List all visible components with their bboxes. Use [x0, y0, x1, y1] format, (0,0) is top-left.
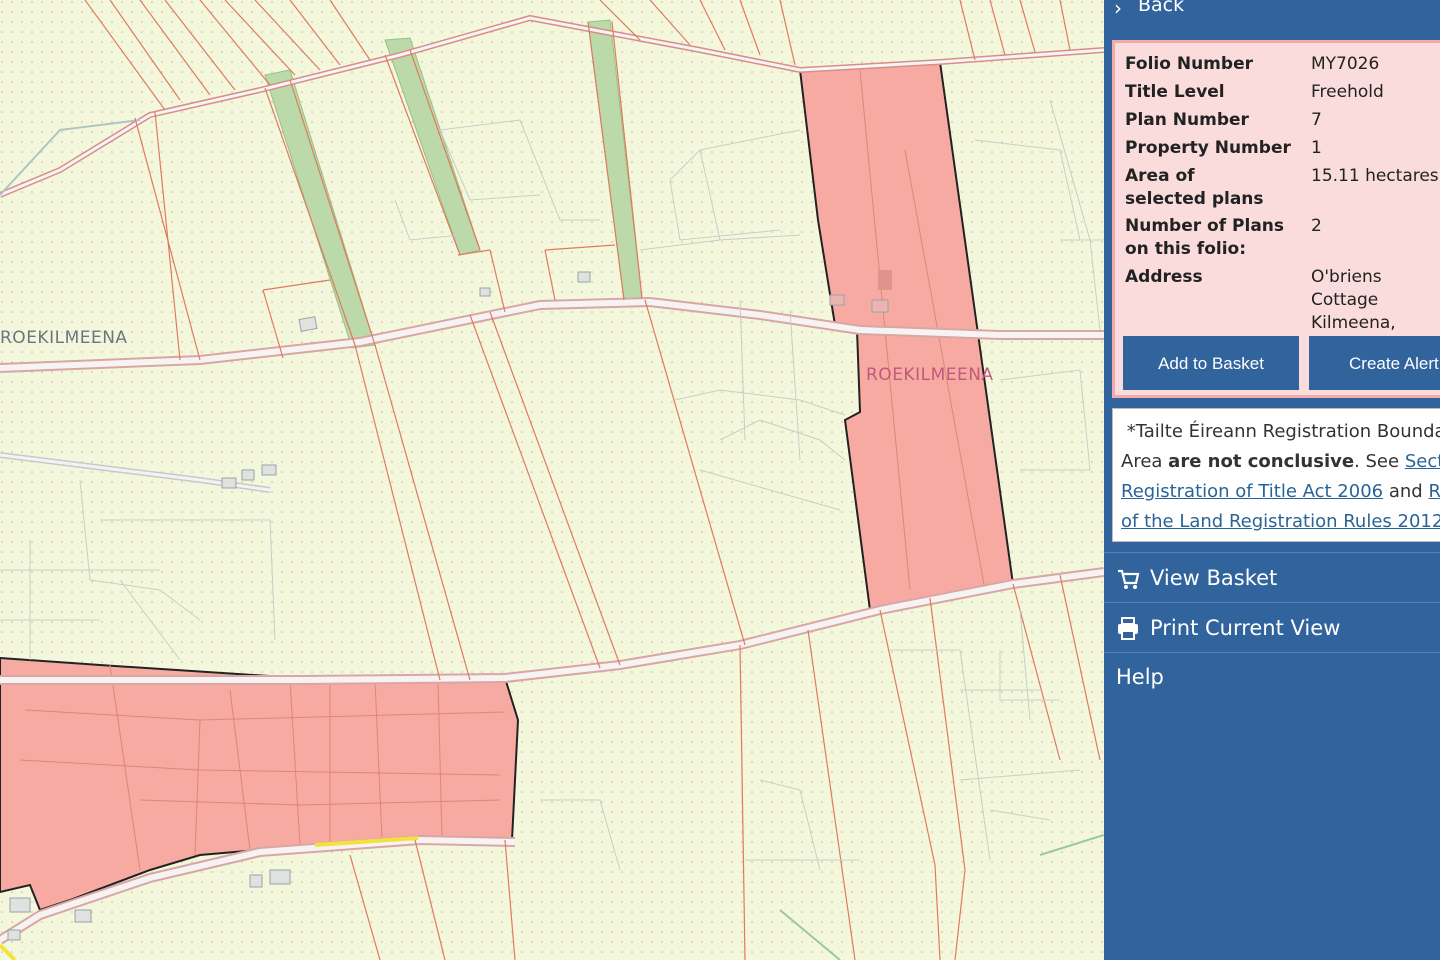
- folio-info-box: Folio Number MY7026 Title Level Freehold…: [1112, 40, 1440, 398]
- folio-value: MY7026: [1311, 54, 1380, 74]
- folio-value: 7: [1311, 110, 1322, 130]
- side-panel: › Back Folio Number MY7026 Title Level F…: [1104, 0, 1440, 960]
- help-label: Help: [1116, 665, 1164, 689]
- disclaimer-text: *Tailte Éireann Registration Boundaries: [1126, 421, 1440, 442]
- disclaimer-box: *Tailte Éireann Registration Boundaries …: [1112, 408, 1440, 542]
- create-alert-button[interactable]: Create Alert: [1309, 336, 1440, 390]
- disclaimer-line-1: *Tailte Éireann Registration Boundaries: [1121, 417, 1440, 447]
- disclaimer-line-4: of the Land Registration Rules 2012: [1121, 507, 1440, 537]
- disclaimer-line-3: Registration of Title Act 2006 and Rule: [1121, 477, 1440, 507]
- place-label-east: ROEKILMEENA: [866, 365, 994, 385]
- disclaimer-area: Area: [1121, 451, 1163, 472]
- place-label-west: ROEKILMEENA: [0, 328, 128, 348]
- disclaimer-see: . See: [1354, 451, 1400, 472]
- disclaimer-bold: are not conclusive: [1168, 451, 1355, 472]
- folio-key: Address: [1125, 267, 1203, 287]
- print-view-label: Print Current View: [1150, 616, 1341, 640]
- map-view[interactable]: ROEKILMEENA ROEKILMEENA: [0, 0, 1104, 960]
- printer-icon: [1116, 603, 1140, 653]
- registration-rules-link[interactable]: of the Land Registration Rules 2012: [1121, 511, 1440, 532]
- print-view-link[interactable]: Print Current View: [1104, 603, 1440, 653]
- add-to-basket-button[interactable]: Add to Basket: [1123, 336, 1299, 390]
- folio-value: Freehold: [1311, 82, 1384, 102]
- chevron-right-icon: ›: [1114, 0, 1122, 20]
- rule-link[interactable]: Rule: [1428, 481, 1440, 502]
- cart-icon: [1116, 553, 1140, 603]
- folio-key: Property Number: [1125, 138, 1291, 158]
- folio-key: Plan Number: [1125, 110, 1249, 130]
- folio-value: 1: [1311, 138, 1322, 158]
- folio-key: Folio Number: [1125, 54, 1253, 74]
- disclaimer-line-2: Area are not conclusive. See Section: [1121, 447, 1440, 477]
- disclaimer-and: and: [1388, 481, 1423, 502]
- folio-value: 2: [1311, 216, 1322, 236]
- back-label: Back: [1138, 0, 1185, 16]
- folio-key: Area of selected plans: [1125, 166, 1264, 209]
- folio-key: Title Level: [1125, 82, 1225, 102]
- title-act-link[interactable]: Registration of Title Act 2006: [1121, 481, 1383, 502]
- back-link[interactable]: › Back: [1104, 0, 1440, 40]
- help-link[interactable]: Help: [1104, 652, 1440, 702]
- view-basket-label: View Basket: [1150, 566, 1278, 590]
- folio-value: 15.11 hectares.: [1311, 166, 1440, 186]
- folio-key: Number of Plans on this folio:: [1125, 216, 1285, 259]
- section-link[interactable]: Section: [1405, 451, 1440, 472]
- map-canvas[interactable]: ROEKILMEENA ROEKILMEENA: [0, 0, 1104, 960]
- view-basket-link[interactable]: View Basket: [1104, 553, 1440, 603]
